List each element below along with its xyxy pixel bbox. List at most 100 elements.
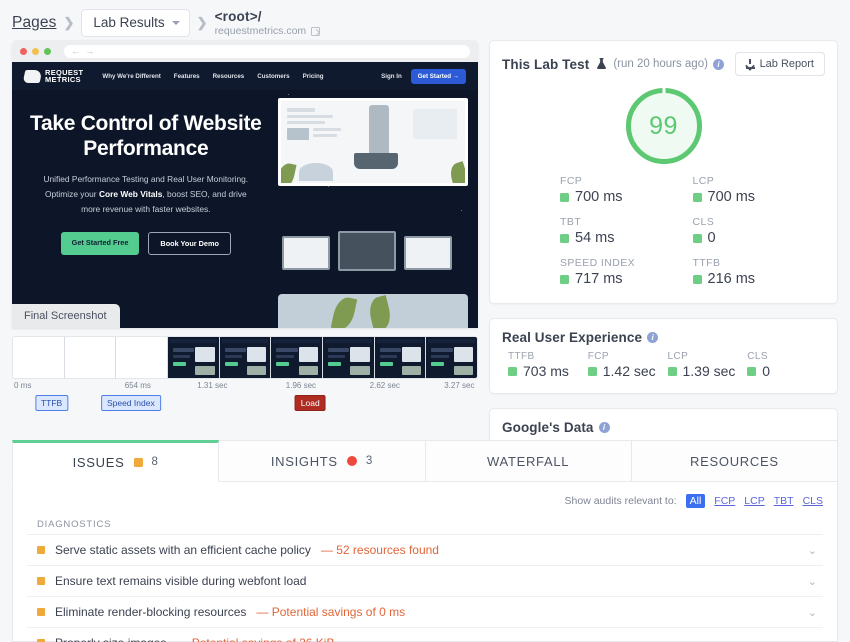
audit-filter-all[interactable]: All <box>685 494 706 508</box>
chevron-down-icon[interactable]: ⌄ <box>808 544 817 557</box>
lab-metrics-grid: FCP 700 ms LCP 700 ms TBT 54 ms CLS 0 SP… <box>490 172 837 303</box>
hero-title: Take Control of Website Performance <box>30 112 262 160</box>
issues-badge-icon <box>133 457 143 467</box>
issues-panel: Show audits relevant to: All FCP LCP TBT… <box>12 482 838 642</box>
hero-paragraph: Unified Performance Testing and Real Use… <box>26 172 266 216</box>
hero-line-2-post: , boost SEO, and drive <box>162 188 247 199</box>
hero-secondary-button: Book Your Demo <box>148 232 231 256</box>
diagnostic-note: — Potential savings of 0 ms <box>256 605 406 619</box>
info-icon[interactable]: i <box>598 422 610 433</box>
axis-label-2: 1.31 sec <box>197 381 228 390</box>
metric-value: 1.42 sec <box>602 363 656 379</box>
marker-load: Load <box>294 395 326 411</box>
chevron-down-icon[interactable]: ⌄ <box>808 606 817 619</box>
filmstrip-markers: TTFB Speed Index Load <box>12 395 478 411</box>
marker-ttfb: TTFB <box>34 395 69 411</box>
filmstrip-time-axis: 0 ms 654 ms 1.31 sec 1.96 sec 2.62 sec 3… <box>12 381 478 395</box>
filmstrip <box>12 336 478 379</box>
filmstrip-frame <box>116 337 169 378</box>
site-sign-in-link: Sign In <box>381 72 402 80</box>
status-square <box>587 366 597 376</box>
real-user-title: Real User Experience <box>502 330 643 345</box>
metric-label: LCP <box>667 351 689 362</box>
request-metrics-logo: REQUEST METRICS <box>22 68 83 84</box>
captured-site-navbar: REQUEST METRICS Why We're Different Feat… <box>12 62 478 90</box>
metric-label: TBT <box>560 216 582 228</box>
metric-value: 216 ms <box>707 271 756 287</box>
axis-label-1: 654 ms <box>124 381 151 390</box>
metric-tbt: TBT 54 ms <box>560 216 693 246</box>
breadcrumb-separator-1: ❯ <box>63 15 75 30</box>
diagnostic-row[interactable]: Eliminate render-blocking resources — Po… <box>27 596 823 627</box>
metric-value: 0 <box>707 230 716 246</box>
metric-value: 703 ms <box>523 363 569 379</box>
lab-results-page: Pages ❯ Lab Results ❯ <root>/ requestmet… <box>0 0 850 642</box>
audit-filter-cls[interactable]: CLS <box>803 495 823 507</box>
site-nav-item-2: Resources <box>212 72 245 80</box>
metric-ttfb: TTFB 703 ms <box>508 351 588 379</box>
marker-speed-index: Speed Index <box>100 395 161 411</box>
hero-line-3: more revenue with faster websites. <box>81 203 211 214</box>
captured-hero-section: Take Control of Website Performance Unif… <box>12 90 478 328</box>
audit-filter-lcp[interactable]: LCP <box>744 495 764 507</box>
browser-url-bar: ← → <box>64 44 470 58</box>
tab-waterfall[interactable]: WATERFALL <box>425 440 632 482</box>
hero-line-1: Unified Performance Testing and Real Use… <box>43 174 249 185</box>
lab-results-dropdown[interactable]: Lab Results <box>81 9 190 37</box>
diagnostic-row[interactable]: Serve static assets with an efficient ca… <box>27 534 823 565</box>
diagnostic-row[interactable]: Properly size images — Potential savings… <box>27 627 823 642</box>
hero-line-2-bold: Core Web Vitals <box>98 188 163 199</box>
site-nav-item-0: Why We're Different <box>102 72 161 80</box>
window-close-dot <box>20 47 27 55</box>
diagnostic-row[interactable]: Ensure text remains visible during webfo… <box>27 565 823 596</box>
metrics-column: This Lab Test (run 20 hours ago) i Lab R… <box>489 40 838 484</box>
real-user-experience-card: Real User Experience i TTFB 703 ms FCP 1… <box>489 318 838 394</box>
results-tabs-section: ISSUES 8 INSIGHTS 3 WATERFALL RESOURCES … <box>12 440 838 642</box>
hero-line-2-pre: Optimize your <box>44 188 99 199</box>
lab-report-button[interactable]: Lab Report <box>734 52 825 76</box>
breadcrumb-domain[interactable]: requestmetrics.com <box>215 25 321 37</box>
metric-value: 717 ms <box>575 271 623 287</box>
axis-label-5: 3.27 sec <box>444 381 475 390</box>
metric-fcp: FCP 1.42 sec <box>587 351 668 379</box>
metric-label: LCP <box>692 175 715 187</box>
audit-filter-tbt[interactable]: TBT <box>774 495 794 507</box>
window-minimize-dot <box>32 47 39 55</box>
diagnostic-note: — 52 resources found <box>320 543 439 557</box>
metric-cls: CLS 0 <box>692 216 826 246</box>
performance-score-value: 99 <box>649 111 678 140</box>
info-icon[interactable]: i <box>712 58 724 70</box>
forward-arrow-icon: → <box>85 45 94 56</box>
google-data-title: Google's Data <box>502 420 594 435</box>
site-nav-item-1: Features <box>173 72 200 80</box>
lab-report-label: Lab Report <box>759 58 814 70</box>
audit-filter-fcp[interactable]: FCP <box>714 495 735 507</box>
chevron-down-icon[interactable]: ⌄ <box>808 575 817 588</box>
tab-resources[interactable]: RESOURCES <box>631 440 838 482</box>
diagnostic-title: Eliminate render-blocking resources <box>55 605 247 619</box>
preview-column: ← → REQUEST METRICS Why We're Different … <box>12 40 478 411</box>
tab-label: WATERFALL <box>487 453 570 469</box>
axis-label-0: 0 ms <box>14 381 32 390</box>
audit-filter-prompt: Show audits relevant to: <box>564 495 677 507</box>
metric-value: 700 ms <box>575 189 623 205</box>
diagnostic-note: — Potential savings of 26 KiB <box>176 636 334 642</box>
chevron-down-icon[interactable]: ⌄ <box>808 637 817 642</box>
external-link-icon[interactable] <box>311 26 321 36</box>
info-icon[interactable]: i <box>647 332 659 343</box>
breadcrumb-pages-link[interactable]: Pages <box>12 14 56 32</box>
metric-label: CLS <box>692 216 715 228</box>
tab-issues[interactable]: ISSUES 8 <box>12 440 220 482</box>
filmstrip-frame <box>374 337 427 378</box>
tab-insights[interactable]: INSIGHTS 3 <box>219 440 426 482</box>
metric-label: TTFB <box>508 351 535 362</box>
insights-badge-count: 3 <box>365 455 373 467</box>
status-square <box>692 233 702 243</box>
hero-primary-button: Get Started Free <box>60 232 140 256</box>
diagnostic-title: Ensure text remains visible during webfo… <box>55 574 307 588</box>
tab-label: INSIGHTS <box>270 453 338 469</box>
lab-test-title: This Lab Test <box>502 56 590 72</box>
illustration-big-monitor <box>277 98 468 186</box>
filmstrip-frame <box>323 337 375 378</box>
metric-label: FCP <box>560 175 583 187</box>
